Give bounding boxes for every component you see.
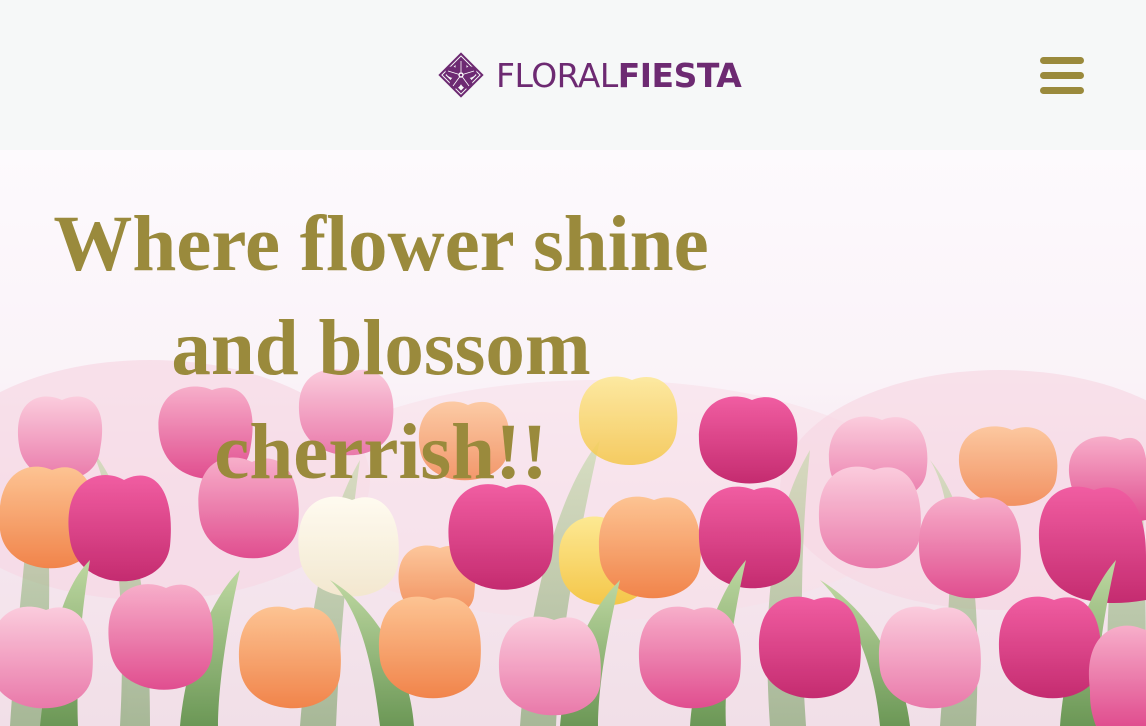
site-header: FLORALFIESTA <box>0 0 1146 150</box>
menu-button[interactable] <box>1038 54 1086 96</box>
hamburger-menu-icon <box>1040 57 1084 64</box>
hibiscus-diamond-icon <box>438 52 484 98</box>
hero-headline: Where flower shine and blossom cherrish!… <box>53 201 709 496</box>
logo-wordmark: FLORALFIESTA <box>496 55 742 95</box>
hero-banner: Where flower shine and blossom cherrish!… <box>0 150 1146 726</box>
logo-text-fiesta: FIESTA <box>617 55 742 95</box>
site-logo[interactable]: FLORALFIESTA <box>436 48 742 102</box>
hamburger-menu-icon <box>1040 72 1084 79</box>
logo-text-floral: FLORAL <box>496 55 618 95</box>
hamburger-menu-icon <box>1040 87 1084 94</box>
